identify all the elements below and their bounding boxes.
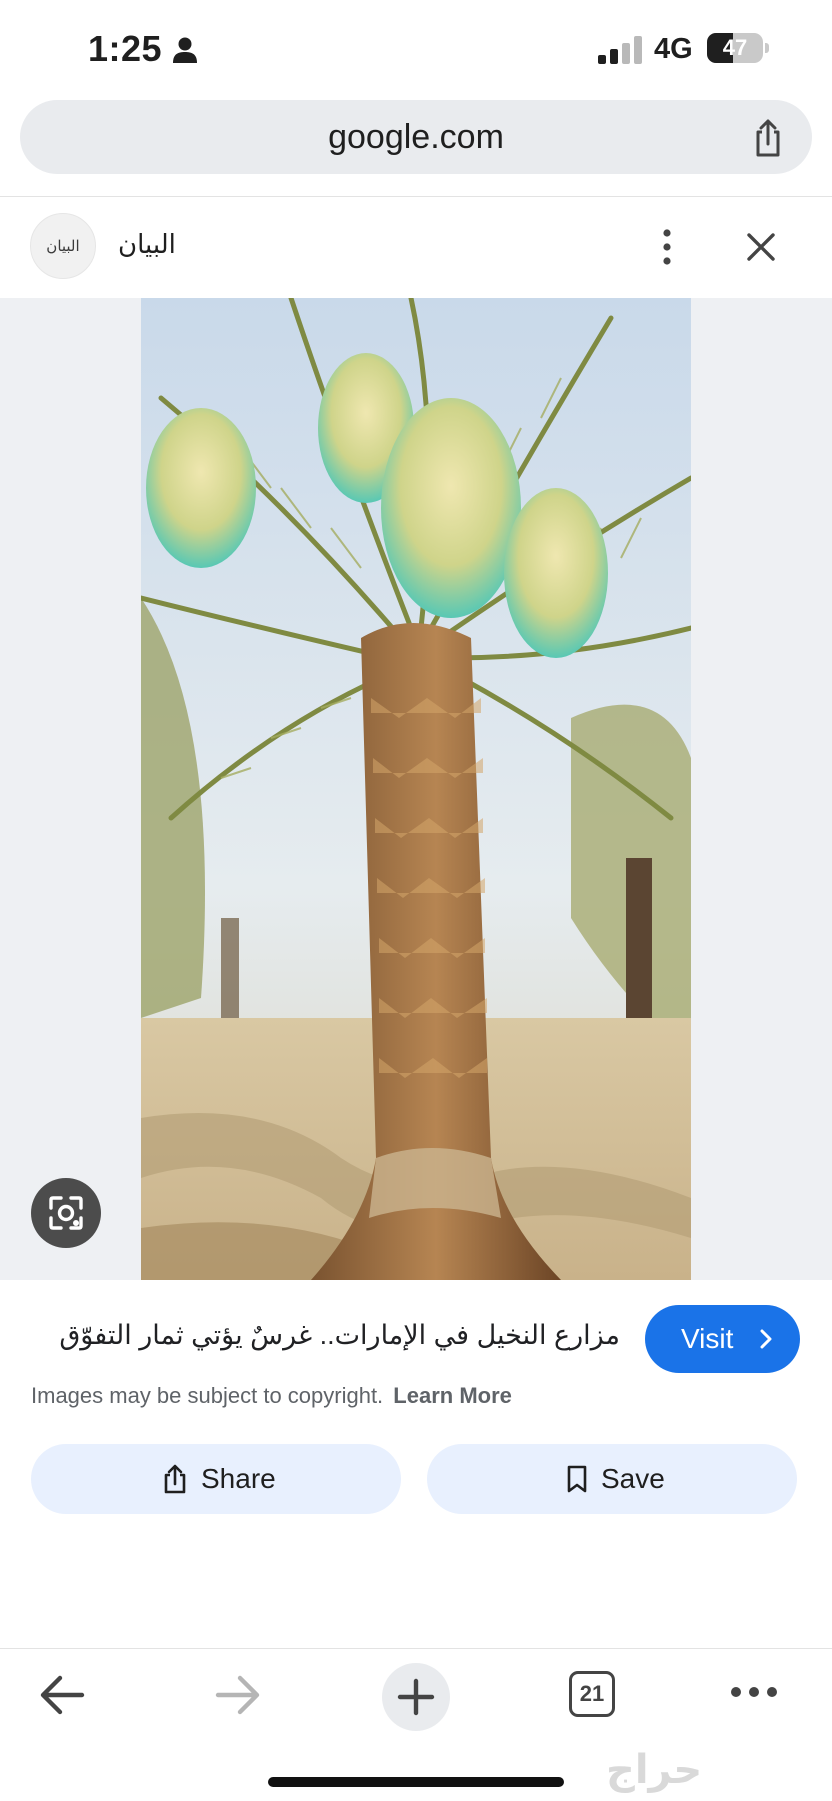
new-tab-button[interactable] — [382, 1663, 450, 1731]
tabs-icon[interactable]: 21 — [569, 1671, 615, 1717]
copyright-notice: Images may be subject to copyright. Lear… — [31, 1383, 512, 1409]
bookmark-icon — [567, 1465, 587, 1493]
palm-tree-photo[interactable] — [141, 298, 691, 1280]
home-indicator[interactable] — [268, 1777, 564, 1787]
watermark: حراج — [606, 1748, 703, 1792]
person-icon — [173, 37, 197, 63]
source-logo-text: البيان — [46, 237, 80, 255]
save-button[interactable]: Save — [427, 1444, 797, 1514]
url-text[interactable]: google.com — [20, 100, 812, 174]
share-icon[interactable] — [748, 118, 788, 158]
more-vert-icon[interactable] — [652, 228, 682, 266]
lens-icon — [49, 1196, 83, 1230]
copyright-text: Images may be subject to copyright. — [31, 1383, 384, 1408]
chevron-right-icon — [760, 1329, 772, 1349]
tab-count: 21 — [579, 1681, 605, 1706]
close-icon[interactable] — [744, 230, 778, 264]
share-button[interactable]: Share — [31, 1444, 401, 1514]
address-bar[interactable]: google.com — [20, 100, 812, 174]
network-type: 4G — [654, 33, 693, 65]
source-logo[interactable]: البيان — [30, 213, 96, 279]
battery-percent: 47 — [722, 35, 748, 60]
visit-button[interactable]: Visit — [645, 1305, 800, 1373]
lens-button[interactable] — [31, 1178, 101, 1248]
image-viewer — [0, 298, 832, 1280]
back-arrow-icon[interactable] — [38, 1673, 86, 1717]
header-divider — [0, 196, 832, 197]
signal-icon — [598, 36, 642, 64]
source-name[interactable]: البيان — [118, 229, 176, 260]
learn-more-link[interactable]: Learn More — [393, 1383, 512, 1408]
image-caption[interactable]: مزارع النخيل في الإمارات.. غرسٌ يؤتي ثما… — [30, 1320, 620, 1351]
visit-label: Visit — [681, 1323, 734, 1354]
battery-indicator: 47 — [707, 33, 769, 63]
status-bar: 1:25 4G 47 — [0, 0, 832, 100]
save-label: Save — [601, 1463, 665, 1494]
forward-arrow-icon[interactable] — [214, 1673, 262, 1717]
more-horiz-icon[interactable] — [730, 1685, 778, 1699]
status-time: 1:25 — [88, 28, 163, 69]
plus-icon — [397, 1678, 435, 1716]
share-icon — [164, 1464, 186, 1494]
bottom-toolbar: 21 حراج — [0, 1648, 832, 1801]
share-label: Share — [201, 1463, 276, 1494]
